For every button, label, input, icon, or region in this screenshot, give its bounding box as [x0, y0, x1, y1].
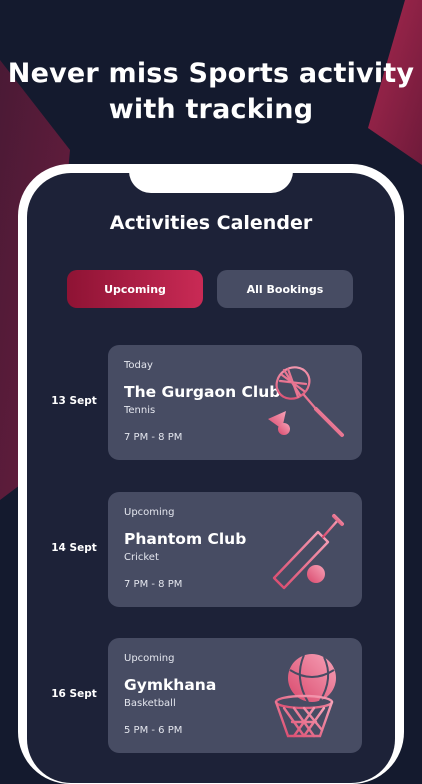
activity-status: Upcoming — [124, 653, 175, 664]
tab-all-bookings-label: All Bookings — [246, 282, 324, 296]
activity-status: Today — [124, 360, 153, 371]
activity-club: Phantom Club — [124, 530, 247, 548]
cricket-icon — [272, 514, 344, 590]
headline-line-1: Never miss Sports activity — [7, 58, 415, 89]
headline-line-2: with tracking — [108, 94, 314, 125]
tab-upcoming[interactable]: Upcoming — [67, 270, 203, 308]
activity-time: 5 PM - 6 PM — [124, 725, 183, 736]
activity-time: 7 PM - 8 PM — [124, 432, 183, 443]
headline: Never miss Sports activity with tracking — [0, 56, 422, 128]
activity-card[interactable]: Today The Gurgaon Club Tennis 7 PM - 8 P… — [108, 345, 362, 460]
activity-card[interactable]: Upcoming Gymkhana Basketball 5 PM - 6 PM — [108, 638, 362, 753]
activity-sport: Cricket — [124, 552, 159, 563]
badminton-icon — [268, 366, 344, 437]
activity-date: 16 Sept — [51, 688, 97, 700]
activity-club: Gymkhana — [124, 676, 217, 694]
screen-title: Activities Calender — [109, 212, 313, 234]
activity-date: 13 Sept — [51, 395, 97, 407]
tab-upcoming-label: Upcoming — [104, 282, 166, 296]
activity-date: 14 Sept — [51, 542, 97, 554]
activity-sport: Basketball — [124, 698, 176, 709]
basketball-icon — [274, 654, 336, 738]
activity-time: 7 PM - 8 PM — [124, 579, 183, 590]
activity-sport: Tennis — [124, 405, 156, 416]
activity-club: The Gurgaon Club — [124, 383, 281, 401]
tab-all-bookings[interactable]: All Bookings — [217, 270, 353, 308]
phone-notch — [129, 164, 293, 193]
activity-card[interactable]: Upcoming Phantom Club Cricket 7 PM - 8 P… — [108, 492, 362, 607]
activity-status: Upcoming — [124, 507, 175, 518]
